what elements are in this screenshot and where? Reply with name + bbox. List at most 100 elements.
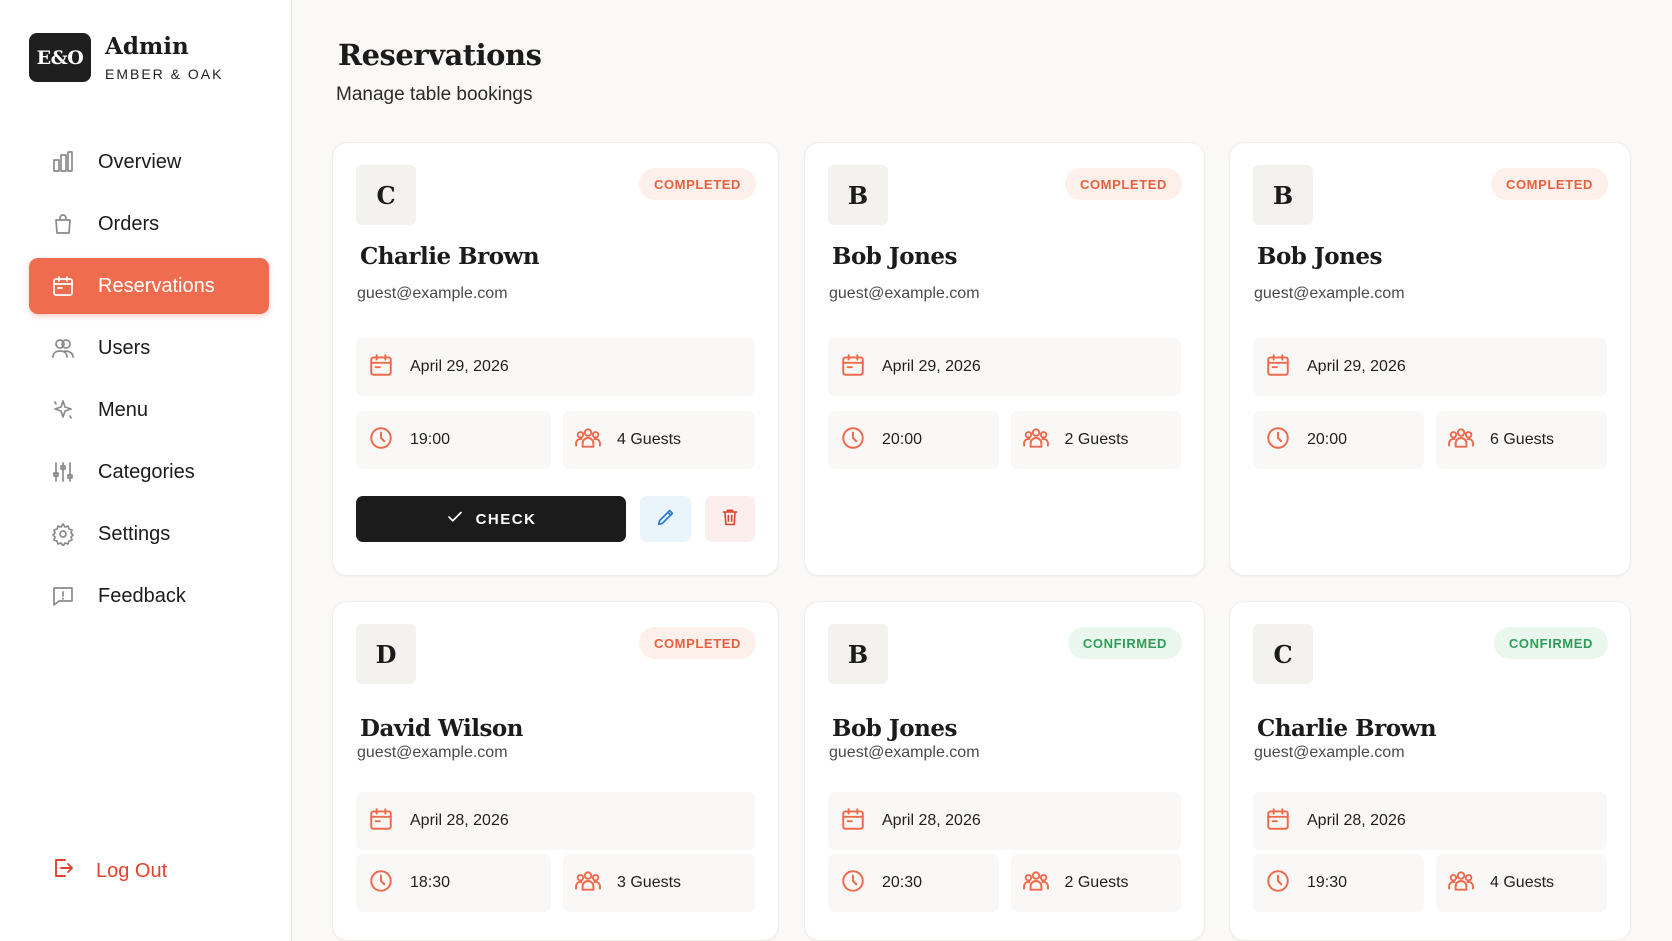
reservation-time: 19:00 — [410, 431, 451, 448]
guest-name: Bob Jones — [1257, 243, 1382, 270]
guest-count: 3 Guests — [617, 874, 682, 891]
guests-pill: 4 Guests — [563, 411, 755, 469]
guest-name: Charlie Brown — [1257, 715, 1437, 742]
clock-icon — [356, 425, 410, 456]
calendar-icon — [828, 352, 882, 383]
guests-icon — [563, 425, 617, 456]
guest-name: Bob Jones — [832, 715, 957, 742]
guest-email: guest@example.com — [1254, 744, 1405, 761]
reservation-card: D COMPLETED David Wilson guest@example.c… — [333, 602, 778, 940]
reservation-date: April 29, 2026 — [1307, 358, 1406, 375]
reservation-time: 20:30 — [882, 874, 923, 891]
pencil-icon — [655, 506, 677, 533]
check-button[interactable]: CHECK — [356, 496, 626, 542]
guest-count: 2 Guests — [1064, 874, 1129, 891]
sidebar-item-label: Settings — [98, 522, 171, 545]
sidebar: E&O Admin EMBER & OAK Overview Orders Re… — [0, 0, 292, 941]
page-subtitle: Manage table bookings — [336, 84, 533, 105]
guests-pill: 3 Guests — [563, 854, 755, 912]
reservation-date: April 28, 2026 — [882, 812, 981, 829]
sidebar-item-feedback[interactable]: Feedback — [29, 568, 269, 624]
reservation-date: April 29, 2026 — [410, 358, 509, 375]
avatar: C — [356, 165, 416, 225]
date-pill: April 29, 2026 — [356, 338, 755, 396]
sidebar-item-users[interactable]: Users — [29, 320, 269, 376]
avatar: B — [828, 165, 888, 225]
sparkles-icon — [51, 398, 75, 422]
clock-icon — [828, 425, 882, 456]
guest-email: guest@example.com — [357, 744, 508, 761]
page-title: Reservations — [338, 38, 542, 72]
avatar: C — [1253, 624, 1313, 684]
sidebar-nav: Overview Orders Reservations Users Menu — [29, 134, 269, 630]
logout-label: Log Out — [96, 859, 168, 882]
calendar-icon — [51, 274, 75, 298]
sidebar-item-settings[interactable]: Settings — [29, 506, 269, 562]
date-pill: April 28, 2026 — [1253, 792, 1607, 850]
sidebar-item-label: Menu — [98, 398, 149, 421]
guest-count: 2 Guests — [1064, 431, 1129, 448]
sidebar-item-label: Overview — [98, 150, 182, 173]
status-badge: COMPLETED — [1064, 168, 1182, 200]
time-pill: 20:00 — [828, 411, 999, 469]
guests-pill: 6 Guests — [1436, 411, 1607, 469]
logout-button[interactable]: Log Out — [51, 856, 167, 886]
avatar: D — [356, 624, 416, 684]
guest-email: guest@example.com — [829, 285, 980, 302]
status-badge: COMPLETED — [638, 168, 756, 200]
sidebar-item-orders[interactable]: Orders — [29, 196, 269, 252]
brand-logo: E&O — [29, 33, 91, 82]
edit-button[interactable] — [640, 496, 691, 542]
sidebar-item-reservations[interactable]: Reservations — [29, 258, 269, 314]
sidebar-item-label: Orders — [98, 212, 160, 235]
reservation-card: B COMPLETED Bob Jones guest@example.com … — [805, 143, 1204, 575]
avatar: B — [828, 624, 888, 684]
checkmark-icon — [446, 508, 476, 530]
delete-button[interactable] — [705, 496, 755, 542]
guests-icon — [1011, 425, 1065, 456]
guests-icon — [563, 868, 617, 899]
logout-icon — [51, 856, 96, 886]
status-badge: COMPLETED — [1490, 168, 1608, 200]
time-pill: 18:30 — [356, 854, 551, 912]
sidebar-item-menu[interactable]: Menu — [29, 382, 269, 438]
guest-email: guest@example.com — [357, 285, 508, 302]
date-pill: April 28, 2026 — [356, 792, 755, 850]
reservation-card: B COMPLETED Bob Jones guest@example.com … — [1230, 143, 1630, 575]
reservation-date: April 28, 2026 — [1307, 812, 1406, 829]
guest-email: guest@example.com — [1254, 285, 1405, 302]
guest-count: 6 Guests — [1490, 431, 1555, 448]
sidebar-item-overview[interactable]: Overview — [29, 134, 269, 190]
reservation-card: C CONFIRMED Charlie Brown guest@example.… — [1230, 602, 1630, 940]
clock-icon — [356, 868, 410, 899]
check-button-label: CHECK — [475, 510, 537, 528]
time-pill: 20:30 — [828, 854, 999, 912]
guest-email: guest@example.com — [829, 744, 980, 761]
date-pill: April 29, 2026 — [1253, 338, 1607, 396]
shopping-bag-icon — [51, 212, 75, 236]
users-icon — [51, 336, 75, 360]
guest-name: David Wilson — [360, 715, 523, 742]
sidebar-item-label: Users — [98, 336, 151, 359]
guests-pill: 2 Guests — [1010, 411, 1181, 469]
calendar-icon — [356, 806, 410, 837]
gear-icon — [51, 522, 75, 546]
feedback-icon — [51, 584, 75, 608]
sidebar-item-label: Feedback — [98, 584, 186, 607]
status-badge: CONFIRMED — [1493, 627, 1608, 659]
guests-icon — [1011, 868, 1065, 899]
guest-name: Charlie Brown — [360, 243, 540, 270]
chart-bar-icon — [51, 150, 75, 174]
time-pill: 19:30 — [1253, 854, 1424, 912]
reservation-date: April 28, 2026 — [410, 812, 509, 829]
guest-count: 4 Guests — [617, 431, 682, 448]
reservation-date: April 29, 2026 — [882, 358, 981, 375]
calendar-icon — [1253, 352, 1307, 383]
brand-title: Admin — [105, 33, 189, 60]
reservation-time: 18:30 — [410, 874, 451, 891]
sidebar-item-categories[interactable]: Categories — [29, 444, 269, 500]
trash-icon — [720, 507, 740, 532]
date-pill: April 28, 2026 — [828, 792, 1181, 850]
date-pill: April 29, 2026 — [828, 338, 1181, 396]
guest-name: Bob Jones — [832, 243, 957, 270]
